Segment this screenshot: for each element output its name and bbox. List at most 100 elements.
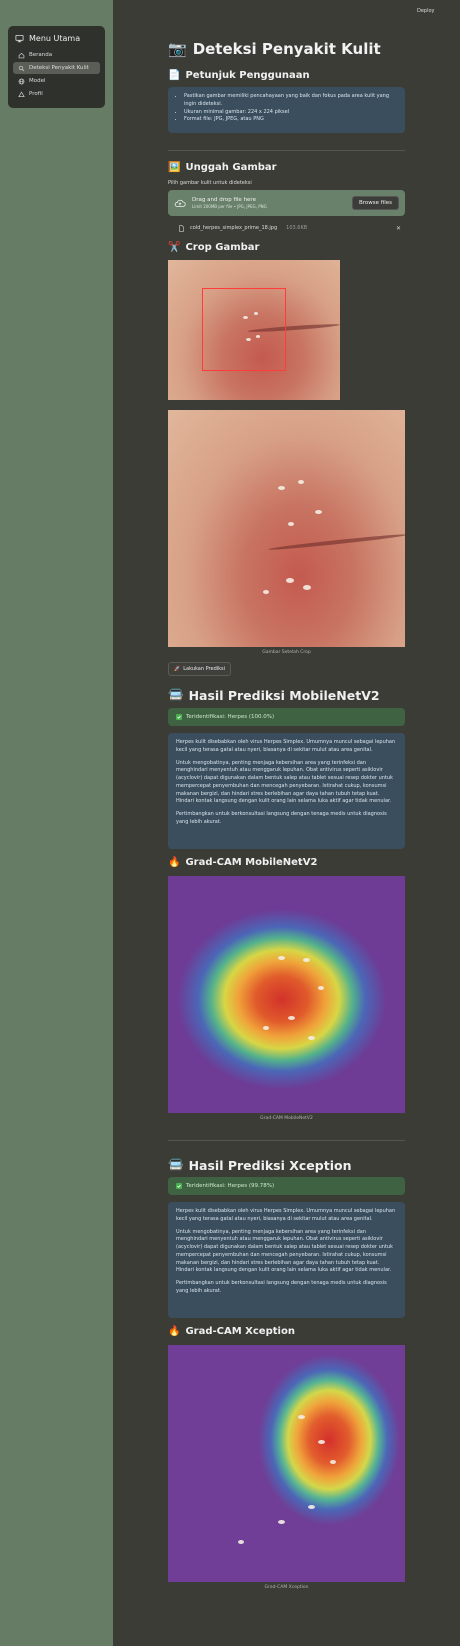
file-dropzone[interactable]: Drag and drop file here Limit 200MB per … <box>168 190 405 216</box>
blister <box>303 585 311 590</box>
blister <box>318 986 324 990</box>
rocket-icon: 🚀 <box>174 666 181 672</box>
mobilenet-result-badge: Teridentifikasi: Herpes (100.0%) <box>168 708 405 726</box>
instruction-item: Format file: JPG, JPEG, atau PNG <box>184 116 397 124</box>
check-icon <box>176 1183 182 1189</box>
description-paragraph: Pertimbangkan untuk berkonsultasi langsu… <box>176 1280 387 1294</box>
fire-icon: 🔥 <box>168 1326 181 1337</box>
sidebar-title-label: Menu Utama <box>29 33 81 43</box>
remove-file-button[interactable]: ✕ <box>396 225 401 232</box>
crop-source-image[interactable] <box>168 260 340 400</box>
xception-result-badge: Teridentifikasi: Herpes (99.78%) <box>168 1177 405 1195</box>
dropzone-limit: Limit 200MB per file • JPG, JPEG, PNG <box>192 204 267 209</box>
divider <box>168 150 405 151</box>
xception-heading-text: Hasil Prediksi Xception <box>188 1157 352 1173</box>
cropped-image-caption: Gambar Setelah Crop <box>262 650 311 655</box>
deploy-button[interactable]: Deploy <box>417 8 435 14</box>
dropzone-text: Drag and drop file here <box>192 197 256 203</box>
instruction-item: Ukuran minimal gambar: 224 x 224 piksel <box>184 109 397 117</box>
lip-line <box>268 532 405 552</box>
monitor-icon <box>15 34 24 42</box>
page-title-text: Deteksi Penyakit Kulit <box>192 40 381 58</box>
description-paragraph: Pertimbangkan untuk berkonsultasi langsu… <box>176 811 387 825</box>
upload-heading-text: Unggah Gambar <box>185 162 277 173</box>
bus-icon: 🚍 <box>168 1157 184 1172</box>
blister <box>288 522 294 526</box>
xception-heading: 🚍 Hasil Prediksi Xception <box>168 1157 351 1173</box>
fire-icon: 🔥 <box>168 857 181 868</box>
mobilenet-gradcam-image <box>168 876 405 1113</box>
file-size: 103.6KB <box>286 225 308 231</box>
crop-heading-text: Crop Gambar <box>185 242 260 253</box>
blister <box>278 1520 285 1524</box>
sidebar-item-label: Model <box>29 78 46 84</box>
blister <box>308 1505 315 1509</box>
blister <box>278 956 285 960</box>
blister <box>278 486 285 490</box>
mobilenet-description-box: Herpes kulit disebabkan oleh virus Herpe… <box>168 733 405 849</box>
sidebar-item-beranda[interactable]: Beranda <box>13 49 100 61</box>
instructions-heading: 📄 Petunjuk Penggunaan <box>168 70 310 81</box>
instructions-box: Pastikan gambar memiliki pencahayaan yan… <box>168 87 405 133</box>
check-icon <box>176 714 182 720</box>
sidebar-item-profil[interactable]: Profil <box>13 88 100 100</box>
blister <box>288 1016 295 1020</box>
description-paragraph: Untuk mengobatinya, penting menjaga kebe… <box>176 1228 393 1274</box>
mobilenet-gradcam-heading: 🔥 Grad-CAM MobileNetV2 <box>168 857 317 868</box>
file-icon <box>179 224 184 232</box>
bus-icon: 🚍 <box>168 687 184 702</box>
blister <box>238 1540 244 1544</box>
instruction-item: Pastikan gambar memiliki pencahayaan yan… <box>184 93 397 109</box>
cropped-image <box>168 410 405 647</box>
blister <box>303 958 310 962</box>
blister <box>308 1036 315 1040</box>
blister <box>315 510 322 514</box>
crop-selection-box[interactable] <box>202 288 286 371</box>
blister <box>318 1440 325 1444</box>
upload-label: Pilih gambar kulit untuk dideteksi <box>168 180 252 186</box>
sidebar: Menu Utama Beranda Deteksi Penyakit Kuli… <box>0 0 113 1646</box>
sidebar-menu-title: Menu Utama <box>13 32 100 44</box>
cloud-upload-icon <box>174 199 186 207</box>
divider <box>168 1140 405 1141</box>
mobilenet-result-text: Teridentifikasi: Herpes (100.0%) <box>186 714 275 720</box>
uploaded-file: cold_herpes_simplex_prime_18.jpg 103.6KB… <box>168 222 405 234</box>
xception-gradcam-heading: 🔥 Grad-CAM Xception <box>168 1326 295 1337</box>
sidebar-item-label: Deteksi Penyakit Kulit <box>29 65 89 71</box>
blister <box>263 1026 269 1030</box>
blister <box>298 480 304 484</box>
picture-icon: 🖼️ <box>168 162 181 173</box>
triangle-icon <box>18 90 25 97</box>
blister <box>263 590 269 594</box>
instructions-heading-text: Petunjuk Penggunaan <box>185 70 310 81</box>
xception-description-box: Herpes kulit disebabkan oleh virus Herpe… <box>168 1202 405 1318</box>
predict-button-label: Lakukan Prediksi <box>183 666 226 672</box>
search-icon <box>18 65 25 71</box>
page-title: 📷 Deteksi Penyakit Kulit <box>168 40 381 58</box>
xception-gradcam-heading-text: Grad-CAM Xception <box>185 1326 295 1337</box>
blister <box>298 1415 305 1419</box>
file-name: cold_herpes_simplex_prime_18.jpg <box>190 225 278 231</box>
camera-icon: 📷 <box>168 40 187 58</box>
description-paragraph: Untuk mengobatinya, penting menjaga kebe… <box>176 759 393 805</box>
description-paragraph: Herpes kulit disebabkan oleh virus Herpe… <box>176 739 396 753</box>
document-icon: 📄 <box>168 70 181 81</box>
sidebar-item-deteksi[interactable]: Deteksi Penyakit Kulit <box>13 62 100 74</box>
description-paragraph: Herpes kulit disebabkan oleh virus Herpe… <box>176 1208 396 1222</box>
crop-heading: ✂️ Crop Gambar <box>168 242 259 253</box>
mobilenet-gradcam-heading-text: Grad-CAM MobileNetV2 <box>185 857 318 868</box>
mobilenet-heading-text: Hasil Prediksi MobileNetV2 <box>188 687 380 703</box>
globe-icon <box>18 78 25 84</box>
browse-files-button[interactable]: Browse files <box>351 196 399 210</box>
blister <box>286 578 294 583</box>
xception-gradcam-image <box>168 1345 405 1582</box>
mobilenet-gradcam-caption: Grad-CAM MobileNetV2 <box>260 1116 313 1121</box>
house-icon <box>18 52 25 58</box>
predict-button[interactable]: 🚀 Lakukan Prediksi <box>168 662 232 676</box>
blister <box>330 1460 336 1464</box>
xception-gradcam-caption: Grad-CAM Xception <box>264 1585 309 1590</box>
xception-result-text: Teridentifikasi: Herpes (99.78%) <box>186 1183 275 1189</box>
upload-heading: 🖼️ Unggah Gambar <box>168 162 277 173</box>
sidebar-item-label: Profil <box>29 91 43 97</box>
sidebar-item-model[interactable]: Model <box>13 75 100 87</box>
